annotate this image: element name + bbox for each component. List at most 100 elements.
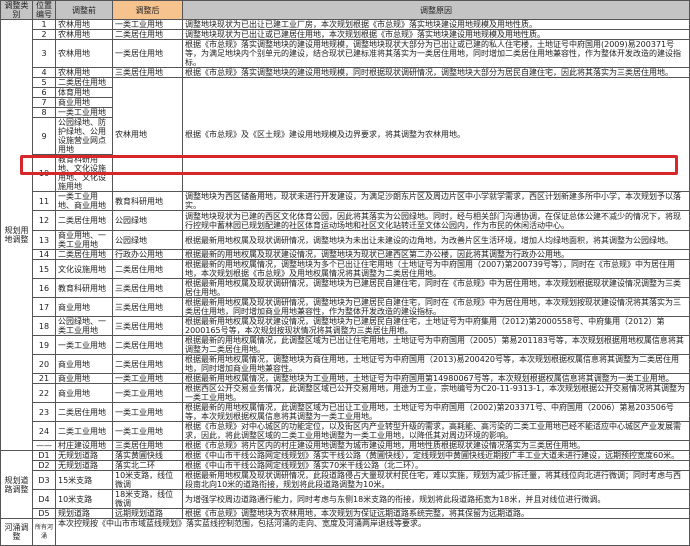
- row-number: 5: [32, 77, 56, 88]
- before-cell: 无规划道路: [55, 460, 113, 471]
- row-number: 1: [32, 19, 56, 30]
- table-row: 规划用地调整 1 农林用地 一类工业用地 调整地块现状为已出让已建工业厂房，本次规划根据…: [0, 19, 690, 451]
- reason-cell: 根据《市总规》及《区土规》建设用地规模及边界要求，将其调整为农林用地。: [182, 77, 690, 192]
- after-cell: 三类居住用地: [112, 297, 183, 317]
- table-row: 23 二类居住用地 一类工业用地 根据最新的用地权属情况，此调整区域为已出让工业用地，…: [1, 402, 690, 422]
- after-cell: 二类居住用地: [112, 354, 183, 374]
- reason-cell: 根据《市总规》落实调整地块的建设用地规模，调整地块现状大部分为已出让或已建的私人…: [182, 39, 690, 68]
- table-row: 24 二类工业用地 一类工业用地 根据《市总规》对中心城区的功能定位，以及街区内产业转…: [1, 421, 690, 441]
- table-row: 15 文化设施用地 二类居住用地 根据最新的用地权属情况，调整地块为多个已出让住宅用地…: [1, 259, 690, 279]
- reason-cell: 调整地块为西区储备用地，现状未进行开发建设，为满足沙朗东片区及周边片区中小学就学…: [182, 191, 690, 211]
- category-cell: 规划用地调整: [0, 19, 33, 451]
- reason-cell: 根据最新用地权属及现状调研情况，调整地块为已建居民自建住宅，同时在《市总规》中为…: [182, 297, 690, 317]
- row-number: 3: [32, 39, 56, 68]
- before-cell: 二类居住用地: [55, 77, 113, 88]
- category-cell: 规划道路调整: [0, 450, 33, 519]
- table-row-river: 河涌调整 所有河涌 本次控规按《中山市市域蓝线规划》落实蓝线控制范围，包括河涌的走向…: [0, 518, 690, 546]
- after-cell: 三类居住用地: [112, 278, 183, 298]
- reason-cell: 根据最新用地权属及现状调研情况，调整地块为未出让未建设的边角地，为改善片区生活环…: [182, 230, 690, 250]
- reason-cell: 为增强学校周边道路通行能力，同时考虑与东侧18米支路的衔接，规划将此段道路拓宽为…: [182, 489, 690, 509]
- reason-cell: 根据《市总规》对中心城区的功能定位，以及街区内产业转型升级的需求，高耗能、高污染…: [182, 421, 690, 441]
- row-number: 23: [32, 402, 56, 422]
- after-cell: 农林用地: [112, 77, 183, 192]
- header-category: 调整类别: [0, 0, 33, 20]
- reason-cell: 根据最新用地权属情况，调整地块为工业用地，土地证号为中府国用第14980067号…: [182, 373, 690, 384]
- table-row: 规划道路调整 D1 无规划道路 落实黄圃快线 根据《中山市干线公路网定线规划》落实干线公…: [0, 450, 690, 519]
- before-cell: 教育科研用地、文化设施用地、文化设施用地: [55, 154, 113, 192]
- row-number: 15: [32, 259, 56, 279]
- row-number: 18: [32, 316, 56, 336]
- reason-cell: 根据最新用地权属及现状调研情况，调整地块为已建居民自建住宅，同时在《市总规》中为…: [182, 278, 690, 298]
- after-cell: 远期规划道路: [112, 508, 183, 519]
- row-number: 13: [32, 230, 56, 250]
- after-cell: 一类工业用地: [112, 383, 183, 403]
- table-row: D2 无规划道路 落实北二环 根据《中山市干线公路网定线规划》落实70米干线公路（北二…: [1, 460, 690, 471]
- reason-cell: 调整地块现状为已出让已建工业厂房，本次规划根据《市总规》落实地块建设用地规模及用…: [182, 19, 690, 30]
- table-row: D3 15米支路 10米支路，线位微调 根据最新用地权属及现状调研情况，此段道路侵占大…: [1, 470, 690, 490]
- before-cell: 村庄建设用地: [55, 440, 113, 451]
- row-number: 16: [32, 278, 56, 298]
- before-cell: 农林用地: [55, 29, 113, 40]
- after-cell: 一类居住用地: [112, 39, 183, 68]
- before-cell: 公园绿地、防护绿地、公用设施营业网点用地: [55, 117, 113, 155]
- after-cell: 二类居住用地: [112, 29, 183, 40]
- before-cell: 二类居住用地: [55, 249, 113, 260]
- after-cell: 18米支路，线位微调: [112, 489, 183, 509]
- table-row: 3 农林用地 一类居住用地 根据《市总规》落实调整地块的建设用地规模，调整地块现状大部…: [1, 39, 690, 68]
- reason-cell: 根据《市总规》调整地块为农林用地，本次规划为保证远期道路系统完整，将其保留为远期…: [182, 508, 690, 519]
- reason-cell: 根据最新用地权属情况，调整地块为商住用地，土地证号为中府国用（2013)易200…: [182, 354, 690, 374]
- row-number: 19: [32, 335, 56, 355]
- table-row: 20 商业用地 二类居住用地 根据最新用地权属情况，调整地块为商住用地，土地证号为中府…: [1, 354, 690, 374]
- table-row: 17 商业用地 三类居住用地 根据最新用地权属及现状调研情况，调整地块为已建居民自建住…: [1, 297, 690, 317]
- table-row: 12 二类居住用地 公园绿地 调整地块现状为已建的西区文化体育公园，因此将其落实为公园…: [1, 210, 690, 231]
- before-cell: 一类工业用地: [55, 335, 113, 355]
- reason-cell: 根据《市总规》将片区内的村庄建设用地调整为城市建设用地，用地性质根据现状建设情况…: [182, 440, 690, 451]
- before-cell: 一类工业用地: [55, 107, 113, 118]
- after-cell: 一类工业用地: [112, 373, 183, 384]
- reason-cell: 根据西区公开交易业务情况，此调整区域已公开交易用地，用途为工业，宗地编号为C20…: [182, 383, 690, 403]
- before-cell: 二类居住用地: [55, 402, 113, 422]
- row-number: ——: [32, 440, 56, 451]
- row-number: 24: [32, 421, 56, 441]
- before-cell: 二类工业用地: [55, 421, 113, 441]
- after-cell: 一类工业用地: [112, 421, 183, 441]
- header-reason: 调整原因: [182, 0, 690, 20]
- before-cell: 体育用地: [55, 87, 113, 98]
- table-row: 5 二类居住用地 农林用地 根据《市总规》及《区土规》建设用地规模及边界要求，将其调整…: [1, 77, 690, 192]
- after-cell: 落实北二环: [112, 460, 183, 471]
- row-number: 7: [32, 97, 56, 108]
- row-number: 所有河涌: [32, 518, 56, 546]
- before-cell: 教育科研用地: [55, 278, 113, 298]
- header-row: 调整类别 位置编号 调整前 调整后 调整原因: [0, 0, 690, 20]
- table-row: 11 一类工业用地、商业用地 教育科研用地 调整地块为西区储备用地，现状未进行开发建设…: [1, 191, 690, 211]
- before-cell: 二类居住用地: [55, 210, 113, 231]
- before-cell: 商业用地: [55, 97, 113, 108]
- before-cell: 农林用地: [55, 67, 113, 78]
- row-number: 12: [32, 210, 56, 231]
- after-cell: 一类工业用地: [112, 19, 183, 30]
- after-cell: 10米支路，线位微调: [112, 470, 183, 490]
- row-number: 21: [32, 373, 56, 384]
- reason-cell: 根据最新用地权属及现状建设情况，调整地块为已建居民自建住宅，土地证号为中府集用（…: [182, 316, 690, 336]
- reason-cell: 根据《中山市干线公路网定线规划》落实干线公路（黄圃快线），定线规划中黄圃快线近期…: [182, 450, 690, 461]
- row-number: 14: [32, 249, 56, 260]
- after-cell: 三类居住用地: [112, 67, 183, 78]
- after-cell: 落实黄圃快线: [112, 450, 183, 461]
- after-cell: 三类居住用地: [112, 440, 183, 451]
- table-row: 2 农林用地 二类居住用地 调整地块现状为已出让或已建居住用地，本次规划根据《市总规》…: [1, 29, 690, 40]
- row-number: 2: [32, 29, 56, 40]
- after-cell: 公园绿地: [112, 230, 183, 250]
- row-number: 11: [32, 191, 56, 211]
- before-cell: 10米支路: [55, 489, 113, 509]
- row-number: D5: [32, 508, 56, 519]
- before-cell: 商业用地: [55, 373, 113, 384]
- reason-cell: 根据最新的用地权属情况，调整地块为多个已出让住宅用地（土地证号为中府国用（200…: [182, 259, 690, 279]
- row-number: 20: [32, 354, 56, 374]
- reason-cell: 本次控规按《中山市市域蓝线规划》落实蓝线控制范围，包括河涌的走向、宽度及河涌两岸…: [55, 518, 690, 546]
- before-cell: 商业用地: [55, 383, 113, 403]
- after-cell: 二类居住用地: [112, 259, 183, 279]
- row-number: 6: [32, 87, 56, 98]
- table-row: 21 商业用地 一类工业用地 根据最新用地权属情况，调整地块为工业用地，土地证号为中府…: [1, 373, 690, 384]
- before-cell: 农林用地: [55, 39, 113, 68]
- table-row: 16 教育科研用地 三类居住用地 根据最新用地权属及现状调研情况，调整地块为已建居民自…: [1, 278, 690, 298]
